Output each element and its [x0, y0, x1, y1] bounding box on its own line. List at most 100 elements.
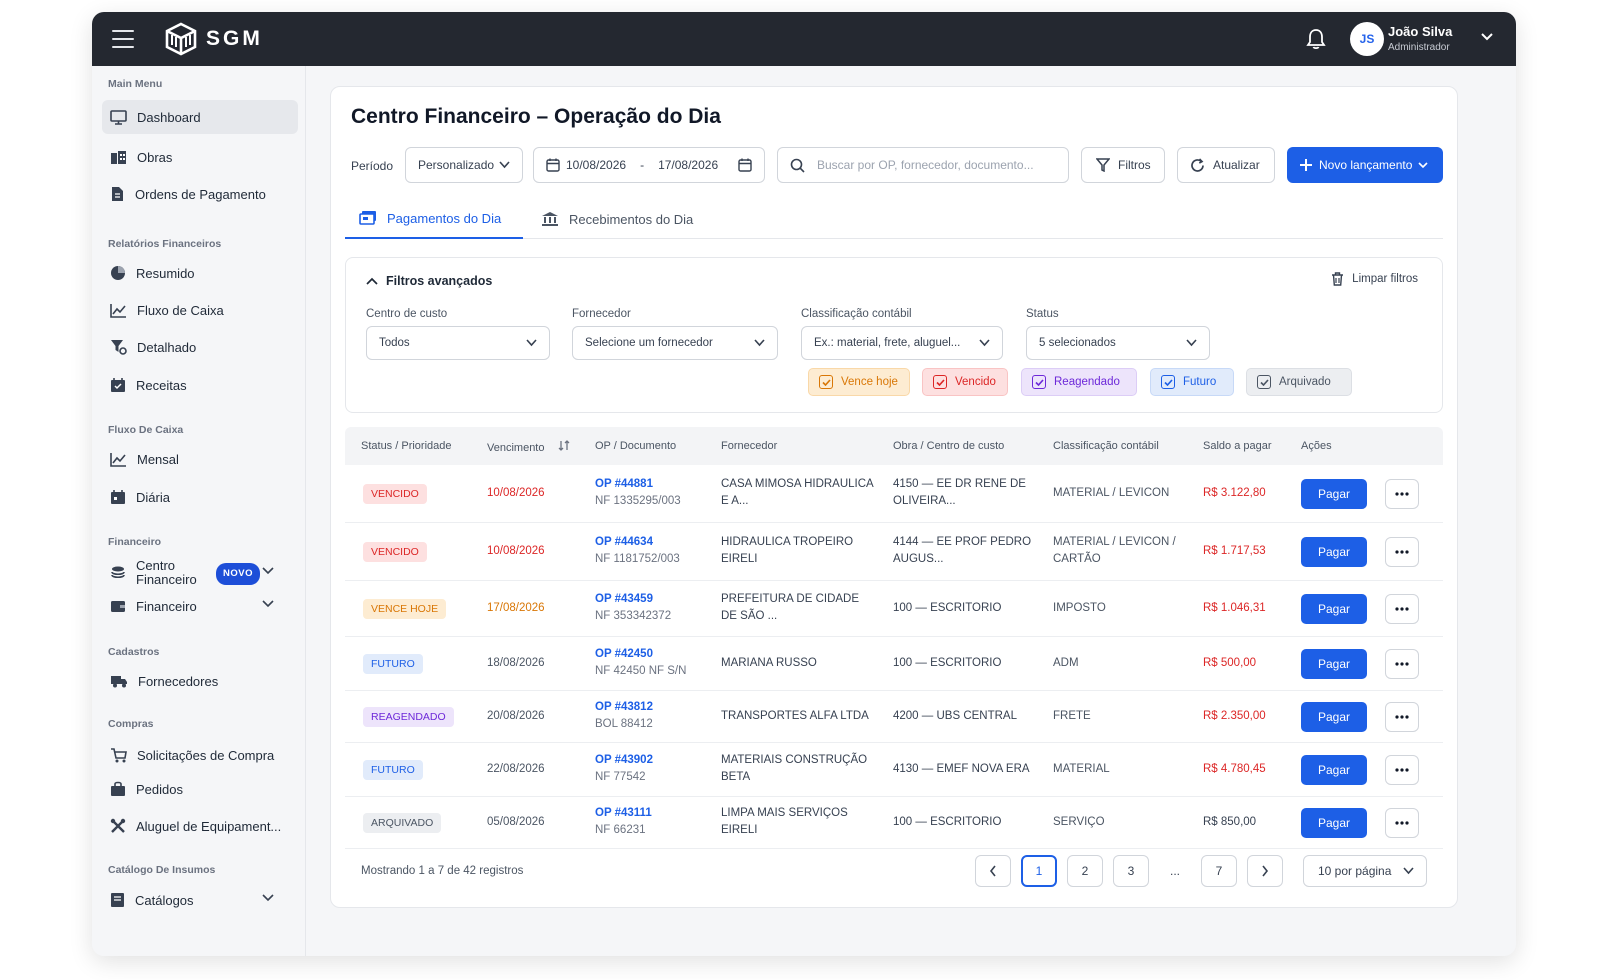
cost-center: 100 — ESCRITORIO — [893, 602, 1002, 614]
op-link[interactable]: OP #42450 — [595, 646, 686, 663]
chevron-down-icon[interactable] — [262, 567, 274, 575]
sidebar-item-fluxo-de-caixa[interactable]: Fluxo de Caixa — [102, 293, 298, 327]
advanced-filters-title: Filtros avançados — [386, 274, 493, 288]
chip-label: Vencido — [955, 376, 996, 388]
chip-label: Futuro — [1183, 376, 1217, 388]
due-date: 17/08/2026 — [487, 602, 545, 614]
sidebar-item-receitas[interactable]: Receitas — [102, 368, 298, 402]
pay-button[interactable]: Pagar — [1301, 594, 1367, 624]
hamburger-menu-icon[interactable] — [112, 30, 134, 48]
sidebar-item-diaria[interactable]: Diária — [102, 480, 298, 514]
table-row[interactable]: VENCIDO 10/08/2026 OP #44881 NF 1335295/0… — [345, 465, 1443, 523]
clear-filters-button[interactable]: Limpar filtros — [1331, 272, 1418, 286]
sidebar-item-mensal[interactable]: Mensal — [102, 442, 298, 476]
chip-vencido[interactable]: Vencido — [922, 368, 1008, 396]
tab-pagamentos-do-dia[interactable]: Pagamentos do Dia — [345, 199, 523, 239]
column-header-vencimento[interactable]: Vencimento — [487, 440, 570, 454]
column-header[interactable]: Saldo a pagar — [1203, 440, 1272, 452]
chip-vence-hoje[interactable]: Vence hoje — [808, 368, 910, 396]
status-label: Status — [1026, 308, 1059, 320]
more-actions-button[interactable] — [1385, 702, 1419, 732]
logo[interactable]: SGM — [164, 22, 263, 56]
pay-button[interactable]: Pagar — [1301, 808, 1367, 838]
sidebar-item-solicitacoes-de-compra[interactable]: Solicitações de Compra — [102, 738, 298, 772]
pagination-page-3[interactable]: 3 — [1113, 855, 1149, 887]
op-link[interactable]: OP #44881 — [595, 476, 681, 493]
pay-button[interactable]: Pagar — [1301, 702, 1367, 732]
more-actions-button[interactable] — [1385, 649, 1419, 679]
sidebar-item-resumido[interactable]: Resumido — [102, 256, 298, 290]
sidebar-item-obras[interactable]: Obras — [102, 140, 298, 174]
sidebar-item-detalhado[interactable]: Detalhado — [102, 330, 298, 364]
document-number: NF 1335295/003 — [595, 495, 681, 507]
table-row[interactable]: REAGENDADO 20/08/2026 OP #43812 BOL 88412… — [345, 691, 1443, 743]
op-link[interactable]: OP #43459 — [595, 591, 671, 608]
table-row[interactable]: FUTURO 18/08/2026 OP #42450 NF 42450 NF S… — [345, 637, 1443, 691]
pay-button[interactable]: Pagar — [1301, 755, 1367, 785]
column-header[interactable]: OP / Documento — [595, 440, 676, 452]
chevron-down-icon[interactable] — [1480, 32, 1494, 42]
refresh-button[interactable]: Atualizar — [1177, 147, 1275, 183]
pay-button[interactable]: Pagar — [1301, 649, 1367, 679]
pagination-page-1[interactable]: 1 — [1021, 855, 1057, 887]
filters-button[interactable]: Filtros — [1081, 147, 1165, 183]
more-actions-button[interactable] — [1385, 755, 1419, 785]
more-actions-button[interactable] — [1385, 479, 1419, 509]
supplier-line: HIDRAULICA TROPEIRO — [721, 536, 854, 548]
tab-recebimentos-do-dia[interactable]: Recebimentos do Dia — [541, 199, 693, 239]
due-date: 22/08/2026 — [487, 763, 545, 775]
sort-icon[interactable] — [558, 440, 570, 451]
pagination-prev-button[interactable] — [975, 855, 1011, 887]
chip-reagendado[interactable]: Reagendado — [1021, 368, 1137, 396]
table-row[interactable]: ARQUIVADO 05/08/2026 OP #43111 NF 66231 L… — [345, 797, 1443, 849]
bell-icon[interactable] — [1306, 28, 1326, 50]
pagination-next-button[interactable] — [1247, 855, 1283, 887]
sidebar-item-fornecedores[interactable]: Fornecedores — [102, 664, 298, 698]
more-actions-button[interactable] — [1385, 808, 1419, 838]
chip-futuro[interactable]: Futuro — [1150, 368, 1234, 396]
chevron-down-icon — [1186, 339, 1197, 347]
period-select[interactable]: Personalizado — [405, 147, 523, 183]
avatar[interactable]: JS — [1350, 22, 1384, 56]
column-header[interactable]: Status / Prioridade — [361, 440, 452, 452]
sidebar-item-centro-financeiro[interactable]: Centro Financeiro NOVO — [102, 556, 298, 590]
pagination-page-2[interactable]: 2 — [1067, 855, 1103, 887]
per-page-select[interactable]: 10 por página — [1303, 855, 1427, 887]
search-input[interactable] — [817, 158, 1057, 172]
table-row[interactable]: VENCIDO 10/08/2026 OP #44634 NF 1181752/0… — [345, 523, 1443, 581]
search-box[interactable] — [777, 147, 1069, 183]
column-header[interactable]: Classificação contábil — [1053, 440, 1159, 452]
sidebar-item-label: Receitas — [136, 377, 187, 393]
new-entry-button[interactable]: Novo lançamento — [1287, 147, 1443, 183]
sidebar-item-financeiro[interactable]: Financeiro — [102, 589, 298, 623]
op-link[interactable]: OP #44634 — [595, 534, 680, 551]
op-link[interactable]: OP #43111 — [595, 805, 652, 822]
sidebar-item-pedidos[interactable]: Pedidos — [102, 772, 298, 806]
more-actions-button[interactable] — [1385, 594, 1419, 624]
op-link[interactable]: OP #43812 — [595, 699, 653, 716]
date-range-picker[interactable]: 10/08/2026 - 17/08/2026 — [533, 147, 765, 183]
sidebar-item-catalogos[interactable]: Catálogos — [102, 883, 298, 917]
op-link[interactable]: OP #43902 — [595, 752, 653, 769]
sidebar-item-dashboard[interactable]: Dashboard — [102, 100, 298, 134]
more-actions-button[interactable] — [1385, 537, 1419, 567]
column-header[interactable]: Fornecedor — [721, 440, 777, 452]
status-select[interactable]: 5 selecionados — [1026, 326, 1210, 360]
advanced-filters-toggle[interactable]: Filtros avançados — [366, 274, 492, 288]
period-select-value: Personalizado — [418, 158, 495, 172]
chevron-down-icon[interactable] — [262, 894, 274, 902]
accounting-class-select[interactable]: Ex.: material, frete, aluguel... — [801, 326, 1003, 360]
sidebar-item-aluguel-de-equipamentos[interactable]: Aluguel de Equipament... — [102, 809, 298, 843]
table-row[interactable]: VENCE HOJE 17/08/2026 OP #43459 NF 353342… — [345, 581, 1443, 637]
supplier-select[interactable]: Selecione um fornecedor — [572, 326, 778, 360]
pay-button[interactable]: Pagar — [1301, 479, 1367, 509]
chevron-down-icon[interactable] — [262, 600, 274, 608]
chip-arquivado[interactable]: Arquivado — [1246, 368, 1352, 396]
supplier: MARIANA RUSSO — [721, 657, 817, 669]
pay-button[interactable]: Pagar — [1301, 537, 1367, 567]
table-row[interactable]: FUTURO 22/08/2026 OP #43902 NF 77542 MATE… — [345, 743, 1443, 797]
column-header[interactable]: Obra / Centro de custo — [893, 440, 1004, 452]
pagination-page-7[interactable]: 7 — [1201, 855, 1237, 887]
sidebar-item-ordens-de-pagamento[interactable]: Ordens de Pagamento — [102, 177, 298, 211]
cost-center-select[interactable]: Todos — [366, 326, 550, 360]
